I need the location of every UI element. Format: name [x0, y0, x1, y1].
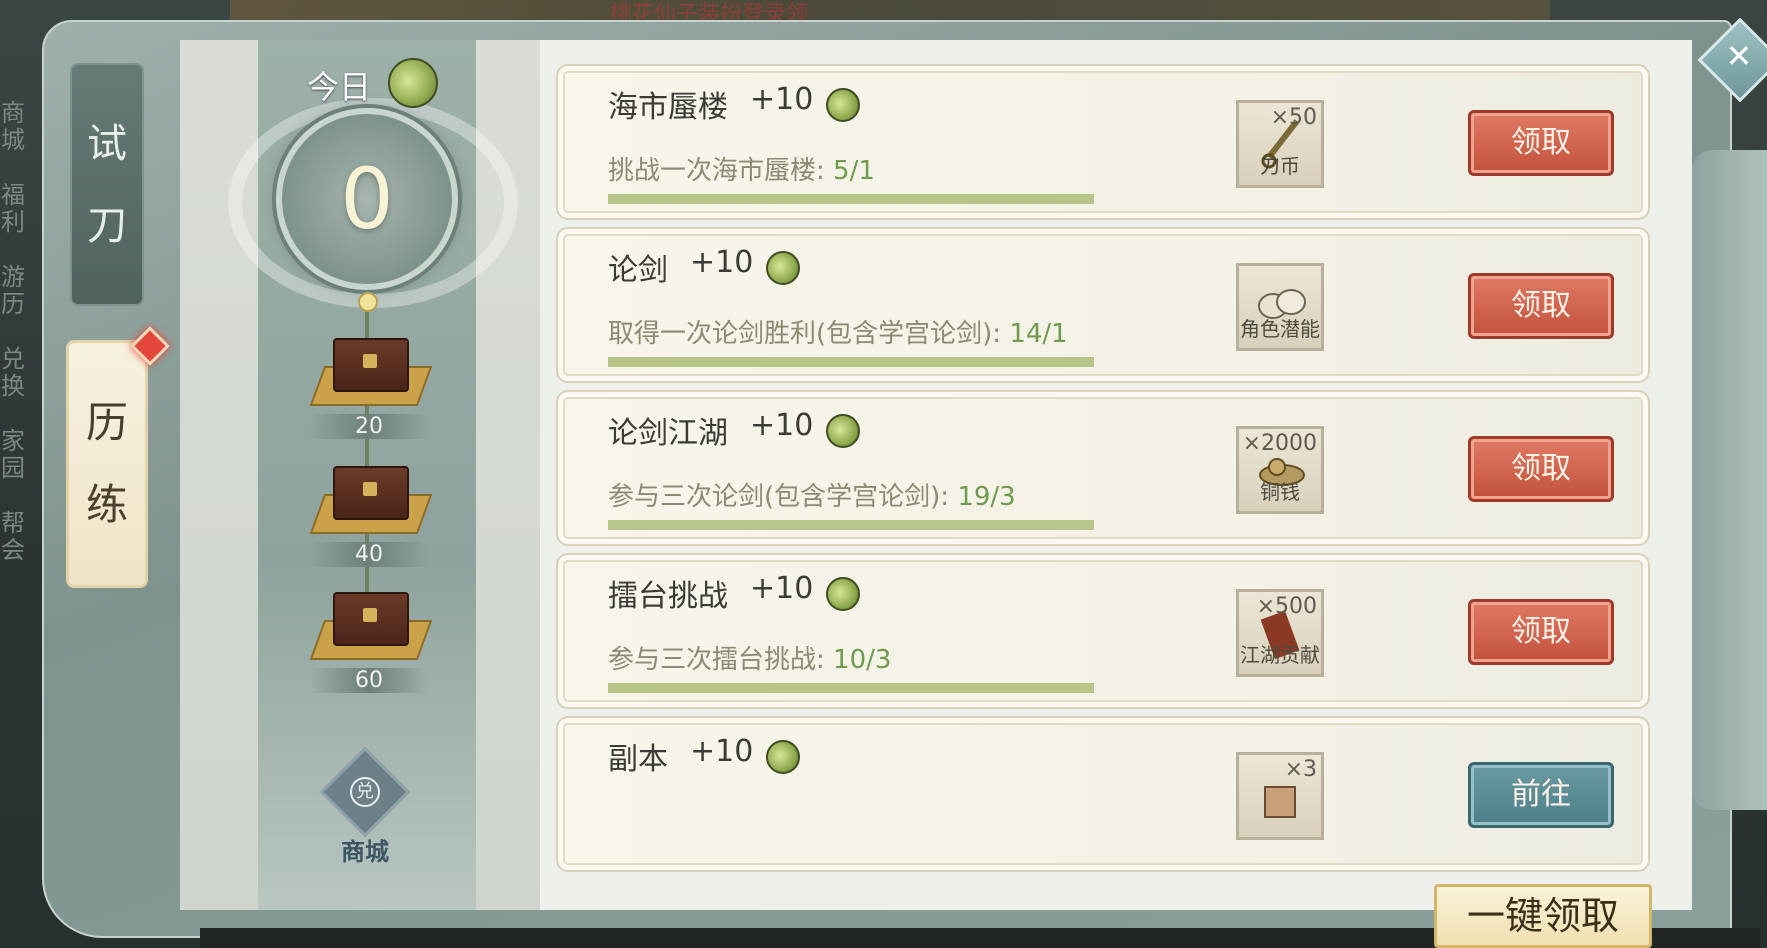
- reward-item[interactable]: ×2000 铜钱: [1236, 426, 1324, 514]
- outer-menu-shop[interactable]: 商城: [0, 100, 26, 154]
- outer-menu-guild[interactable]: 帮会: [0, 510, 26, 564]
- activity-gourd-icon: [826, 88, 860, 122]
- task-card: 擂台挑战 +10 参与三次擂台挑战: 10/3 ×500 江湖贡献 领取: [556, 553, 1650, 709]
- reward-quantity: ×2000: [1242, 431, 1317, 456]
- task-points: +10: [750, 408, 814, 443]
- goto-button[interactable]: 前往: [1468, 762, 1614, 828]
- outer-menu-home[interactable]: 家园: [0, 428, 26, 482]
- tab-training-char: 练: [85, 480, 128, 529]
- tab-trial[interactable]: 试刀: [70, 63, 144, 306]
- task-description: 参与三次擂台挑战: 10/3: [608, 639, 891, 676]
- tab-trial-char: 刀: [87, 202, 127, 249]
- activity-gourd-icon: [766, 740, 800, 774]
- task-points: +10: [750, 82, 814, 117]
- task-progress: 19/3: [957, 482, 1016, 512]
- milestone-40[interactable]: 40: [309, 466, 433, 567]
- milestone-label: 60: [310, 668, 428, 693]
- treasure-chest-icon: [309, 338, 433, 408]
- reward-name: 江湖贡献: [1240, 643, 1320, 667]
- task-desc-text: 挑战一次海市蜃楼:: [608, 156, 834, 186]
- task-card: 论剑江湖 +10 参与三次论剑(包含学宫论剑): 19/3 ×2000 铜钱 领取: [556, 390, 1650, 546]
- activity-counter: 0: [276, 108, 458, 290]
- task-title: 擂台挑战: [608, 579, 728, 614]
- task-progress-bar: [608, 357, 1094, 367]
- outer-menu-welfare[interactable]: 福利: [0, 182, 26, 236]
- task-progress: 5/1: [833, 156, 875, 186]
- task-title: 海市蜃楼: [608, 90, 728, 125]
- task-progress-bar: [608, 520, 1094, 530]
- reward-quantity: ×500: [1256, 594, 1317, 619]
- tab-training[interactable]: 历练: [66, 340, 148, 588]
- treasure-chest-icon: [309, 466, 433, 536]
- task-description: 取得一次论剑胜利(包含学宫论剑): 14/1: [608, 313, 1068, 350]
- milestone-chain-dot: [358, 292, 378, 312]
- task-progress: 10/3: [833, 645, 892, 675]
- milestone-60[interactable]: 60: [309, 592, 433, 693]
- reward-name: 刀币: [1260, 154, 1300, 178]
- activity-value: 0: [340, 150, 394, 248]
- shop-button[interactable]: 兑 商城: [319, 746, 411, 867]
- tab-training-char: 历: [85, 398, 128, 447]
- today-label: 今日: [307, 68, 372, 106]
- reward-item[interactable]: ×500 江湖贡献: [1236, 589, 1324, 677]
- task-list[interactable]: 海市蜃楼 +10 挑战一次海市蜃楼: 5/1 ×50 刀币 领取 论剑 +10 取得一次论剑胜利…: [556, 64, 1650, 876]
- task-card: 副本 +10 ×3 前往: [556, 716, 1650, 872]
- exchange-glyph: 兑: [350, 777, 380, 807]
- task-desc-text: 参与三次擂台挑战:: [608, 645, 834, 675]
- reward-item[interactable]: 角色潜能: [1236, 263, 1324, 351]
- task-progress-bar: [608, 194, 1094, 204]
- outer-menu: 商城 福利 游历 兑换 家园 帮会: [0, 100, 30, 592]
- activity-gourd-icon: [826, 414, 860, 448]
- task-progress: 14/1: [1009, 319, 1068, 349]
- claim-button[interactable]: 领取: [1468, 110, 1614, 176]
- task-desc-text: 取得一次论剑胜利(包含学宫论剑):: [608, 319, 1010, 349]
- reward-item[interactable]: ×3: [1236, 752, 1324, 840]
- shop-icon: 兑: [319, 746, 411, 838]
- activity-gourd-icon: [766, 251, 800, 285]
- milestone-label: 40: [310, 542, 428, 567]
- close-icon: ✕: [1725, 37, 1753, 76]
- task-points: +10: [750, 571, 814, 606]
- reward-item[interactable]: ×50 刀币: [1236, 100, 1324, 188]
- task-description: 参与三次论剑(包含学宫论剑): 19/3: [608, 476, 1016, 513]
- task-desc-text: 参与三次论剑(包含学宫论剑):: [608, 482, 958, 512]
- reward-name: 角色潜能: [1240, 317, 1320, 341]
- task-title: 副本: [608, 742, 668, 777]
- task-points: +10: [690, 245, 754, 280]
- task-title: 论剑江湖: [608, 416, 728, 451]
- claim-button[interactable]: 领取: [1468, 599, 1614, 665]
- task-progress-bar: [608, 683, 1094, 693]
- milestone-label: 20: [310, 414, 428, 439]
- claim-button[interactable]: 领取: [1468, 273, 1614, 339]
- claim-button[interactable]: 领取: [1468, 436, 1614, 502]
- task-description: 挑战一次海市蜃楼: 5/1: [608, 150, 875, 187]
- frame-right-edge: [1692, 150, 1767, 810]
- activity-gourd-icon: [826, 577, 860, 611]
- task-points: +10: [690, 734, 754, 769]
- top-banner-strip: 桃花仙子装扮登录领: [230, 0, 1550, 27]
- outer-menu-travel[interactable]: 游历: [0, 264, 26, 318]
- outer-menu-exchange[interactable]: 兑换: [0, 346, 26, 400]
- reward-quantity: ×50: [1270, 105, 1317, 130]
- treasure-chest-icon: [309, 592, 433, 662]
- task-card: 海市蜃楼 +10 挑战一次海市蜃楼: 5/1 ×50 刀币 领取: [556, 64, 1650, 220]
- one-click-claim-button[interactable]: 一键领取: [1434, 884, 1652, 948]
- task-title: 论剑: [608, 253, 668, 288]
- reward-quantity: ×3: [1284, 757, 1317, 782]
- tab-trial-char: 试: [87, 120, 127, 167]
- task-card: 论剑 +10 取得一次论剑胜利(包含学宫论剑): 14/1 角色潜能 领取: [556, 227, 1650, 383]
- activity-gourd-icon: [388, 58, 438, 108]
- reward-name: 铜钱: [1260, 480, 1300, 504]
- milestone-20[interactable]: 20: [309, 338, 433, 439]
